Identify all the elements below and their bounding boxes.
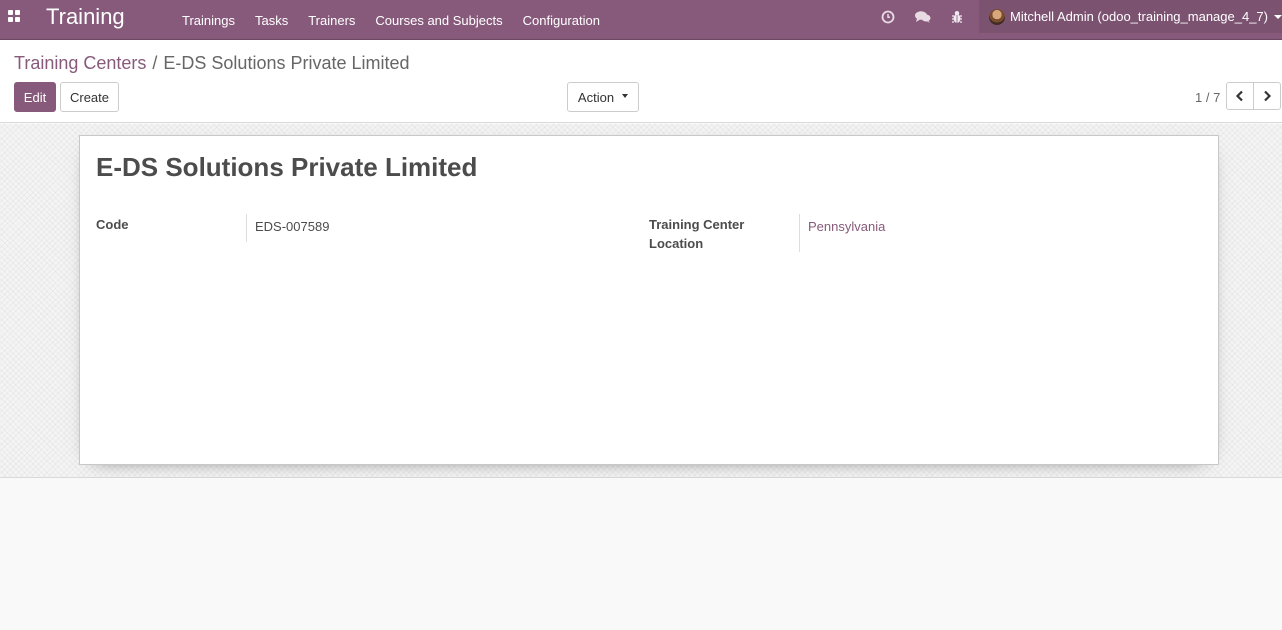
pager-previous-button[interactable]	[1226, 82, 1254, 110]
menu-item-tasks[interactable]: Tasks	[245, 4, 298, 37]
code-value: EDS-007589	[255, 219, 330, 234]
menu-item-courses-and-subjects[interactable]: Courses and Subjects	[365, 4, 512, 37]
control-panel: Training Centers / E-DS Solutions Private …	[0, 40, 1282, 123]
create-button[interactable]: Create	[60, 82, 119, 112]
breadcrumb-parent-link[interactable]: Training Centers	[14, 53, 146, 73]
apps-icon[interactable]	[8, 10, 21, 23]
field-divider	[799, 214, 800, 252]
chevron-down-icon	[1274, 14, 1282, 19]
main-menu: Trainings Tasks Trainers Courses and Sub…	[172, 0, 610, 40]
location-label-line1: Training Center	[649, 217, 745, 232]
location-label-line2: Location	[649, 236, 704, 251]
action-label: Action	[577, 89, 615, 105]
breadcrumb-separator: /	[152, 53, 158, 73]
record-title: E-DS Solutions Private Limited	[96, 152, 478, 182]
menu-item-configuration[interactable]: Configuration	[513, 4, 610, 37]
app-brand[interactable]: Training	[46, 4, 125, 30]
chevron-right-icon	[1264, 90, 1272, 102]
menu-item-trainings[interactable]: Trainings	[172, 4, 245, 37]
field-divider	[246, 214, 247, 242]
user-name: Mitchell Admin (odoo_training_manage_4_7…	[1010, 9, 1268, 24]
form-sheet: E-DS Solutions Private Limited Code EDS-…	[79, 135, 1219, 465]
user-menu[interactable]: Mitchell Admin (odoo_training_manage_4_7…	[979, 0, 1282, 33]
location-label: Training Center Location	[649, 215, 744, 253]
clock-icon[interactable]	[880, 9, 896, 25]
chat-icon[interactable]	[914, 9, 931, 25]
code-label: Code	[96, 217, 129, 232]
chevron-left-icon	[1235, 90, 1243, 102]
location-link[interactable]: Pennsylvania	[808, 217, 885, 236]
avatar	[989, 8, 1005, 25]
breadcrumb-current: E-DS Solutions Private Limited	[163, 53, 410, 73]
action-dropdown-button[interactable]: Action	[567, 82, 639, 112]
menu-item-trainers[interactable]: Trainers	[298, 4, 365, 37]
breadcrumb: Training Centers / E-DS Solutions Private …	[14, 53, 410, 73]
bug-icon[interactable]	[949, 9, 965, 25]
pager-value[interactable]: 1 / 7	[1195, 90, 1220, 105]
empty-area	[0, 478, 1282, 630]
caret-down-icon	[622, 94, 629, 98]
top-navbar: Training Trainings Tasks Trainers Course…	[0, 0, 1282, 40]
edit-button[interactable]: Edit	[14, 82, 56, 112]
form-view: E-DS Solutions Private Limited Code EDS-…	[0, 124, 1282, 478]
pager-next-button[interactable]	[1253, 82, 1281, 110]
